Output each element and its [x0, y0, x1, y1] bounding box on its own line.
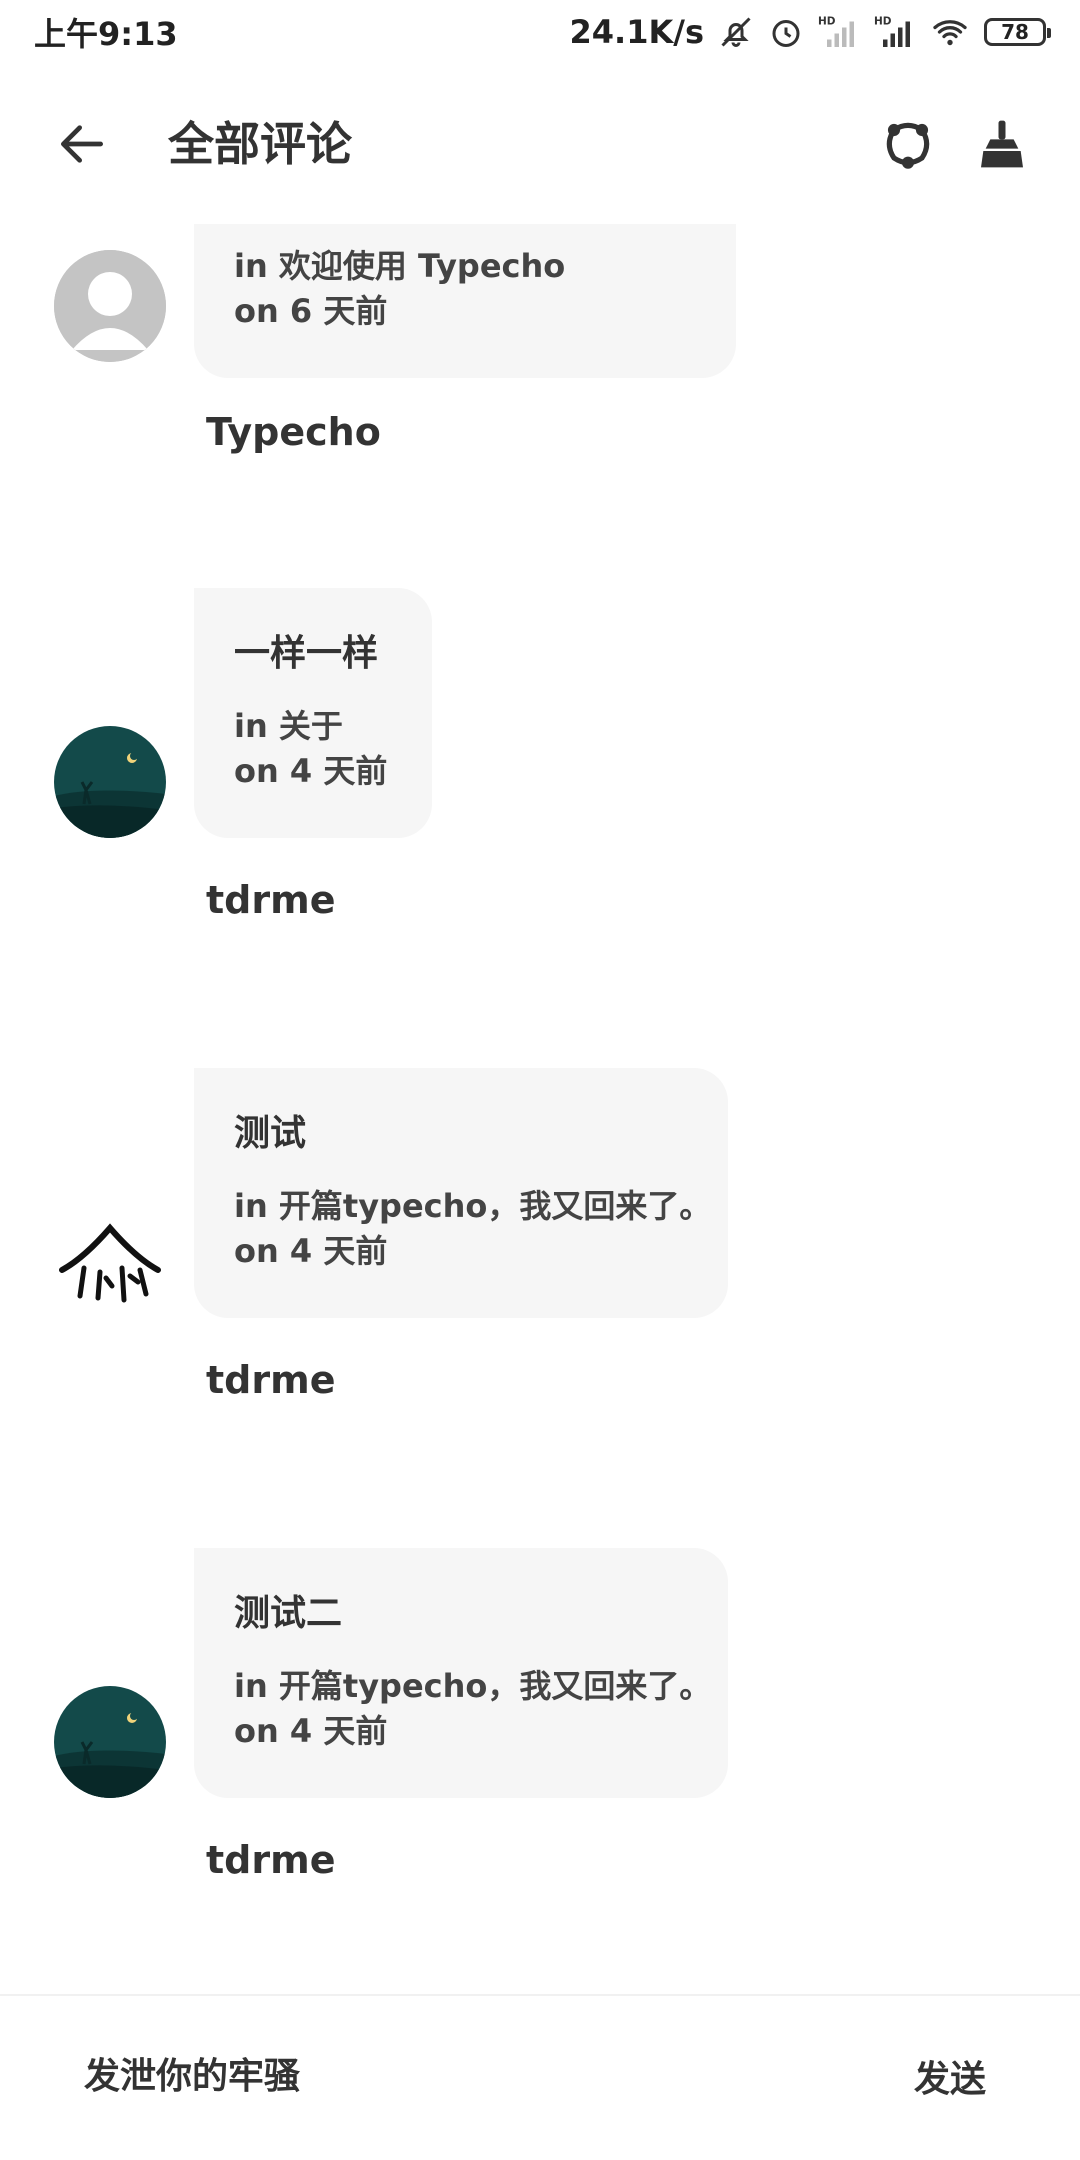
- comment-item[interactable]: in 欢迎使用 Typecho on 6 天前 Typecho: [0, 224, 1080, 624]
- comment-composer: 发送: [0, 1994, 1080, 2160]
- comments-page: 上午9:13 24.1K/s HD HD 78 全部评论 in 欢迎使用 Typ…: [0, 0, 1080, 2160]
- wifi-icon: [930, 14, 970, 50]
- comment-post: in 开篇typecho，我又回来了。: [234, 1667, 712, 1705]
- mute-bell-icon: [718, 14, 754, 50]
- status-icons: 24.1K/s HD HD 78: [569, 13, 1051, 51]
- app-bar: 全部评论: [0, 64, 1080, 224]
- comment-item[interactable]: 测试二 in 开篇typecho，我又回来了。 on 4 天前 tdrme: [0, 1548, 1080, 1968]
- battery-level: 78: [1001, 20, 1029, 44]
- broom-icon: [981, 120, 1023, 168]
- comment-author: tdrme: [206, 878, 336, 922]
- hd-signal-icon: HD: [818, 14, 860, 50]
- comment-time: on 4 天前: [234, 1232, 388, 1270]
- svg-text:HD: HD: [874, 16, 892, 28]
- comment-post: in 关于: [234, 707, 343, 745]
- avatar: [54, 250, 166, 362]
- status-time: 上午9:13: [34, 15, 178, 53]
- comment-post: in 开篇typecho，我又回来了。: [234, 1187, 712, 1225]
- comment-item[interactable]: 一样一样 in 关于 on 4 天前 tdrme: [0, 588, 1080, 1008]
- comment-bubble: 一样一样 in 关于 on 4 天前: [194, 588, 432, 838]
- comment-content: 测试: [234, 1113, 307, 1154]
- comment-author: tdrme: [206, 1838, 336, 1882]
- comment-content: 测试二: [234, 1593, 343, 1634]
- alarm-icon: [768, 14, 804, 50]
- calligraphy-logo-avatar-icon: [54, 1206, 166, 1318]
- avatar: [54, 1686, 166, 1798]
- comment-time: on 4 天前: [234, 1712, 388, 1750]
- avatar: [54, 1206, 166, 1318]
- default-avatar-icon: [54, 250, 166, 362]
- connection-icon: [886, 122, 930, 169]
- night-deer-avatar-icon: [54, 726, 166, 838]
- comment-bubble: 测试二 in 开篇typecho，我又回来了。 on 4 天前: [194, 1548, 728, 1798]
- clean-button[interactable]: [974, 116, 1030, 172]
- send-button[interactable]: 发送: [880, 2036, 1020, 2116]
- comment-list: in 欢迎使用 Typecho on 6 天前 Typecho 一样一样 in …: [0, 224, 1080, 1994]
- avatar: [54, 726, 166, 838]
- svg-text:HD: HD: [818, 16, 836, 28]
- night-deer-avatar-icon: [54, 1686, 166, 1798]
- comment-time: on 6 天前: [234, 292, 388, 330]
- comment-post: in 欢迎使用 Typecho: [234, 247, 566, 285]
- arrow-left-icon: [61, 125, 103, 163]
- comment-author: tdrme: [206, 1358, 336, 1402]
- status-bar: 上午9:13 24.1K/s HD HD 78: [0, 0, 1080, 64]
- back-button[interactable]: [54, 116, 110, 172]
- hd-signal-icon: HD: [874, 14, 916, 50]
- comment-input[interactable]: [60, 2036, 820, 2116]
- connection-button[interactable]: [880, 116, 936, 172]
- page-title: 全部评论: [168, 117, 352, 171]
- battery-icon: 78: [984, 18, 1051, 46]
- comment-item[interactable]: 测试 in 开篇typecho，我又回来了。 on 4 天前 tdrme: [0, 1068, 1080, 1488]
- comment-time: on 4 天前: [234, 752, 388, 790]
- comment-content: 一样一样: [234, 633, 379, 674]
- comment-bubble: in 欢迎使用 Typecho on 6 天前: [194, 224, 736, 378]
- comment-bubble: 测试 in 开篇typecho，我又回来了。 on 4 天前: [194, 1068, 728, 1318]
- comment-author: Typecho: [206, 410, 381, 454]
- net-speed: 24.1K/s: [569, 13, 704, 51]
